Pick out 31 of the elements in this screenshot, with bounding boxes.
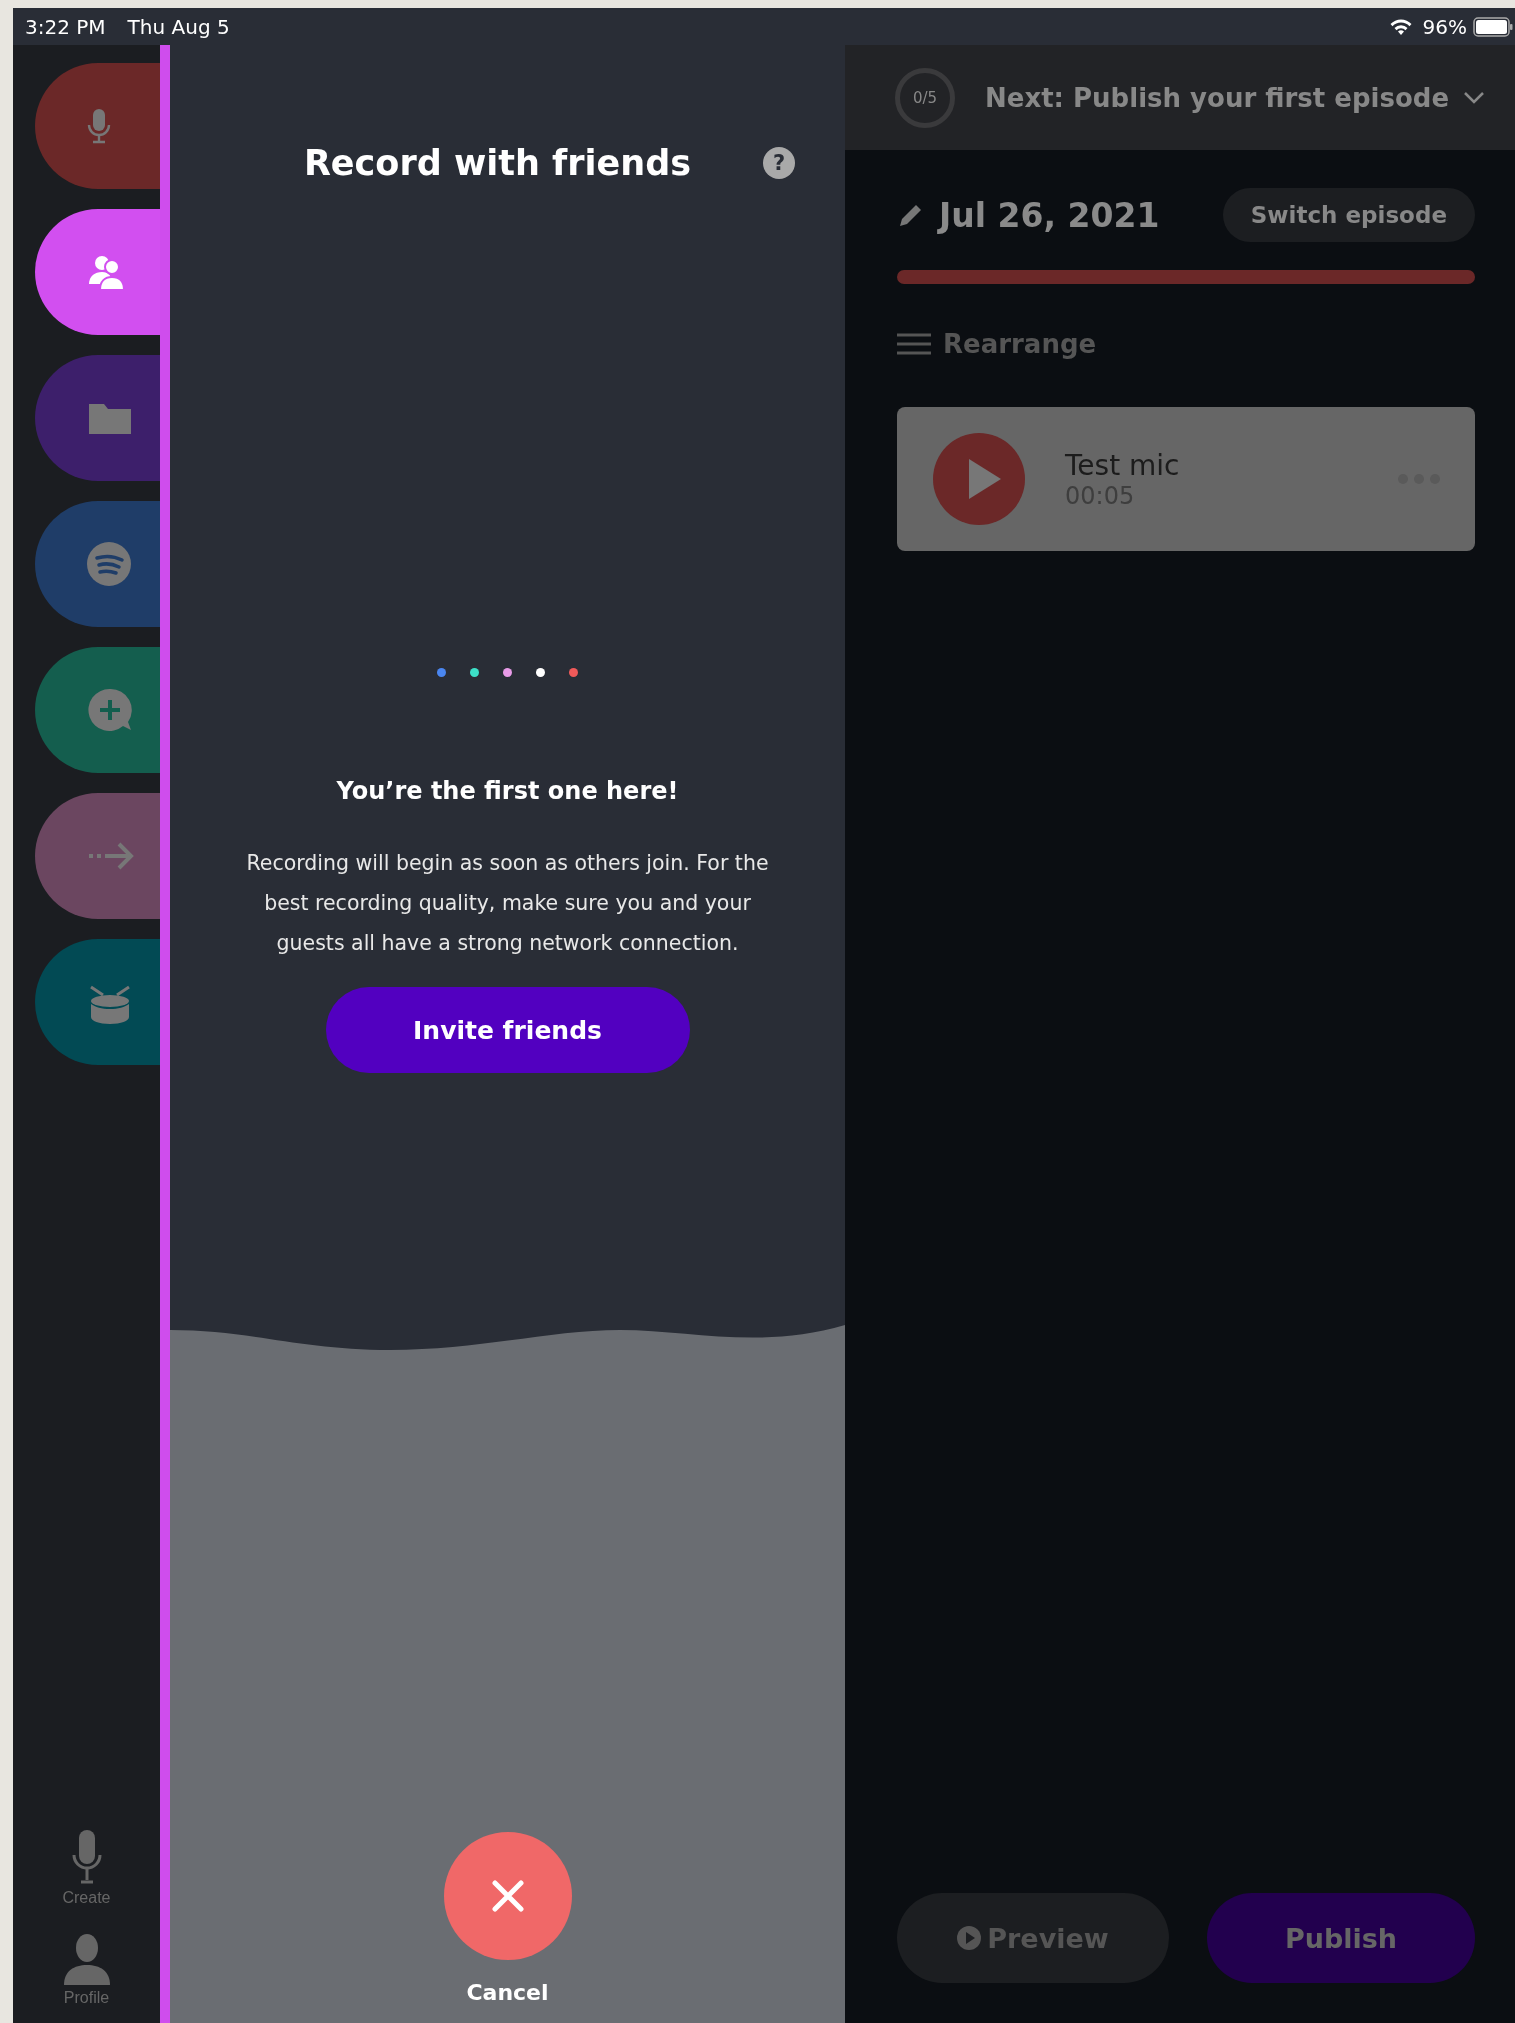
next-step-label: Next: Publish your first episode <box>985 82 1451 113</box>
menu-icon[interactable] <box>897 333 931 355</box>
status-date: Thu Aug 5 <box>127 14 230 39</box>
wifi-icon <box>1388 17 1413 36</box>
segment-title: Test mic <box>1065 448 1180 482</box>
rearrange-label[interactable]: Rearrange <box>943 329 1097 359</box>
chevron-down-icon[interactable] <box>1463 90 1485 105</box>
stream-logo-icon <box>87 542 131 586</box>
publish-button[interactable]: Publish <box>1207 1893 1475 1983</box>
sidebar-label[interactable]: Profile <box>63 1989 110 2007</box>
play-button-icon[interactable] <box>933 433 1025 525</box>
next-step-bar[interactable]: 0/5 Next: Publish your first episode <box>845 45 1515 150</box>
person-icon[interactable] <box>61 1933 112 1985</box>
preview-button[interactable]: Preview <box>897 1893 1169 1983</box>
play-icon <box>957 1926 982 1950</box>
help-button[interactable]: ? <box>763 147 795 179</box>
invite-friends-button[interactable]: Invite friends <box>325 987 690 1073</box>
episode-date: Jul 26, 2021 <box>939 195 1160 235</box>
panel-heading: You’re the first one here! <box>336 777 679 805</box>
cancel-label[interactable]: Cancel <box>466 1980 549 2005</box>
sidebar-label[interactable]: Create <box>62 1889 111 1907</box>
microphone-icon[interactable] <box>71 1829 102 1885</box>
progress-ring: 0/5 <box>895 67 955 128</box>
microphone-icon <box>87 108 111 144</box>
battery-percent: 96% <box>1422 14 1467 39</box>
battery-icon <box>1473 16 1513 37</box>
panel-title: Record with friends <box>303 143 692 183</box>
panel-message: Recording will begin as soon as others join. For the best recording quality, make sure you and your guests all have a strong network connection. <box>245 850 770 957</box>
status-time: 3:22 PM <box>25 14 106 39</box>
switch-episode-button[interactable]: Switch episode <box>1222 188 1475 242</box>
add-comment-icon <box>87 687 133 733</box>
